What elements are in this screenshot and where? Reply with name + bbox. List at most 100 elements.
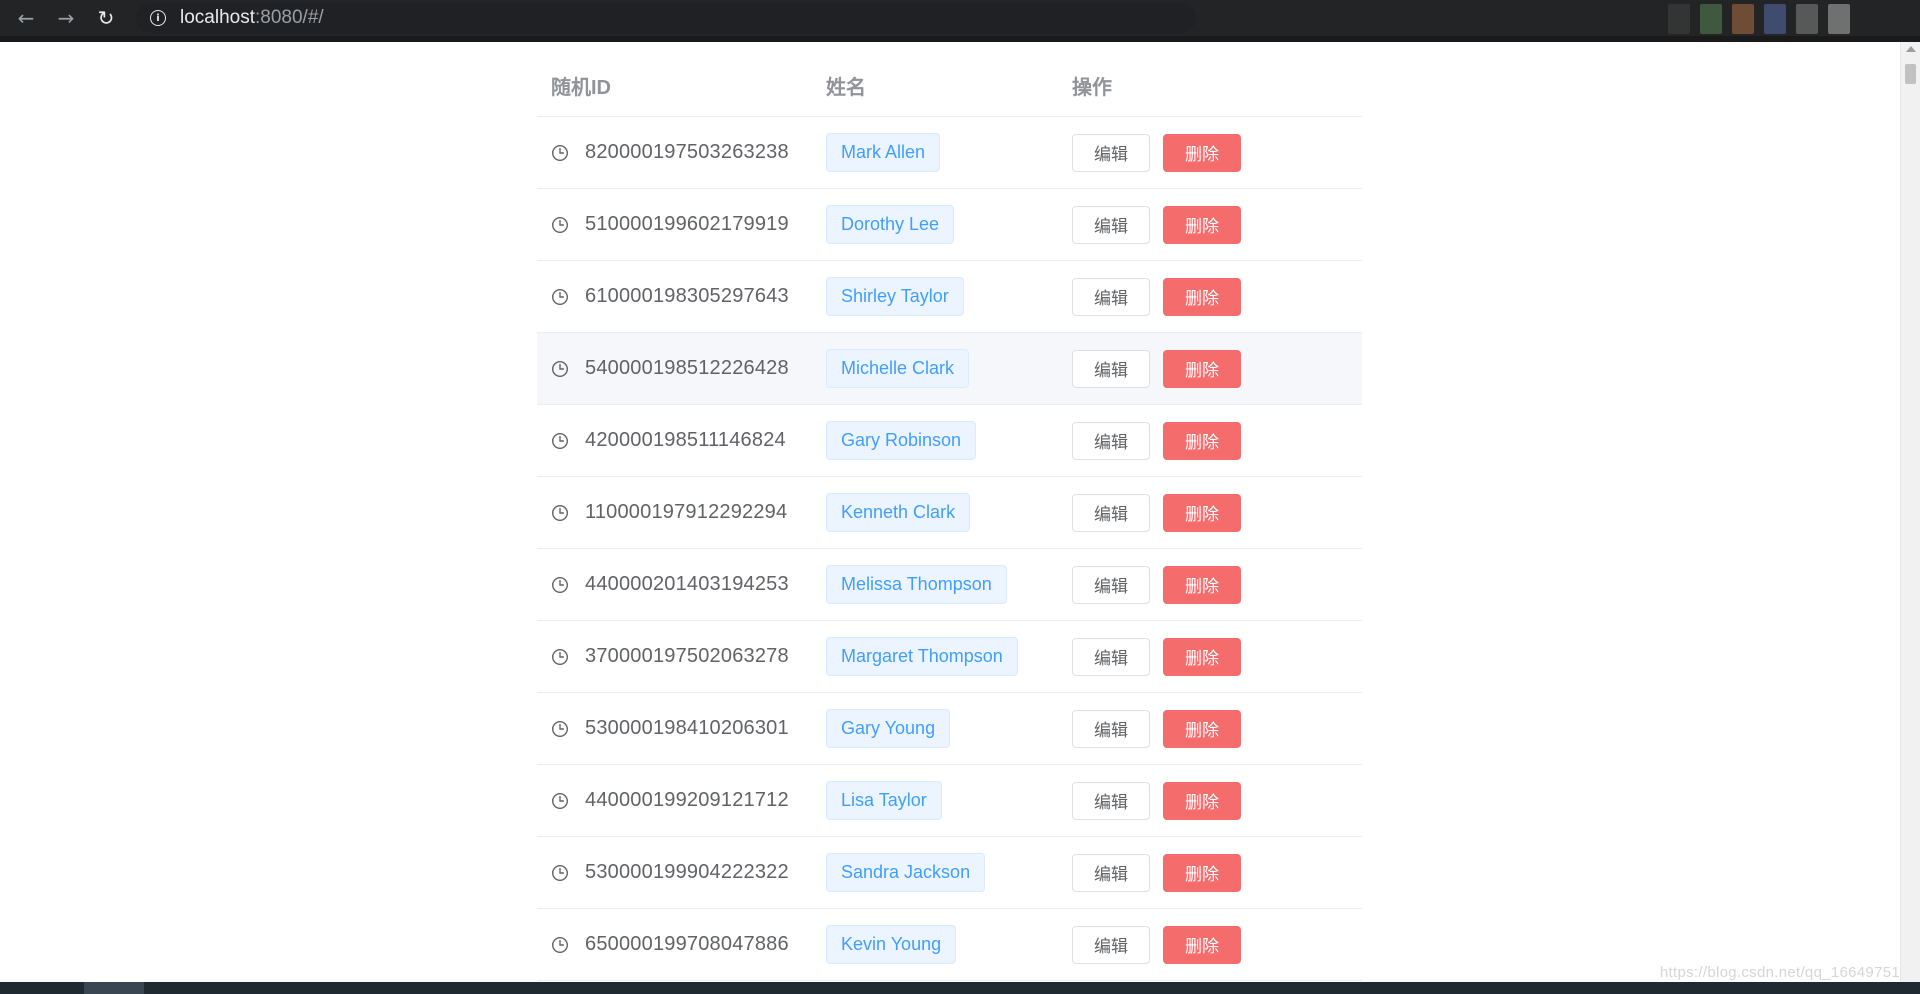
delete-button[interactable]: 删除 <box>1163 421 1241 460</box>
delete-button[interactable]: 删除 <box>1163 709 1241 748</box>
name-tag: Dorothy Lee <box>826 205 955 244</box>
edit-button[interactable]: 编辑 <box>1072 565 1150 604</box>
edit-button[interactable]: 编辑 <box>1072 925 1150 964</box>
delete-button[interactable]: 删除 <box>1163 277 1241 316</box>
delete-button[interactable]: 删除 <box>1163 349 1241 388</box>
extension-icon[interactable] <box>1732 4 1754 34</box>
browser-toolbar: ← → ↻ i localhost:8080/#/ <box>0 0 1920 36</box>
id-text: 440000201403194253 <box>585 573 789 595</box>
extension-icon[interactable] <box>1764 4 1786 34</box>
id-text: 610000198305297643 <box>585 285 789 307</box>
cell-name: Margaret Thompson <box>812 637 1058 676</box>
cell-ops: 编辑 删除 <box>1058 205 1362 244</box>
clock-icon <box>551 360 569 377</box>
table-row: 650000199708047886 Kevin Young 编辑 删除 <box>537 909 1362 981</box>
edit-button[interactable]: 编辑 <box>1072 277 1150 316</box>
table-row: 540000198512226428 Michelle Clark 编辑 删除 <box>537 333 1362 405</box>
extension-icon[interactable] <box>1828 4 1850 34</box>
cell-name: Shirley Taylor <box>812 277 1058 316</box>
cell-id: 420000198511146824 <box>537 429 812 452</box>
delete-button[interactable]: 删除 <box>1163 565 1241 604</box>
name-tag: Kevin Young <box>826 925 957 964</box>
name-tag: Lisa Taylor <box>826 781 942 820</box>
forward-arrow-icon[interactable]: → <box>52 4 80 32</box>
page-scrollbar[interactable] <box>1900 42 1920 982</box>
cell-ops: 编辑 删除 <box>1058 277 1362 316</box>
id-text: 530000198410206301 <box>585 717 789 739</box>
cell-id: 530000198410206301 <box>537 717 812 740</box>
cell-name: Kevin Young <box>812 925 1058 964</box>
cell-id: 650000199708047886 <box>537 933 812 956</box>
name-tag: Michelle Clark <box>826 349 970 388</box>
cell-id: 610000198305297643 <box>537 285 812 308</box>
id-text: 540000198512226428 <box>585 357 789 379</box>
cell-name: Mark Allen <box>812 133 1058 172</box>
id-text: 530000199904222322 <box>585 861 789 883</box>
cell-id: 510000199602179919 <box>537 213 812 236</box>
edit-button[interactable]: 编辑 <box>1072 709 1150 748</box>
clock-icon <box>551 216 569 233</box>
cell-name: Lisa Taylor <box>812 781 1058 820</box>
back-arrow-icon[interactable]: ← <box>12 4 40 32</box>
table-row: 510000199602179919 Dorothy Lee 编辑 删除 <box>537 189 1362 261</box>
extension-icons <box>1668 4 1850 34</box>
edit-button[interactable]: 编辑 <box>1072 853 1150 892</box>
cell-name: Michelle Clark <box>812 349 1058 388</box>
id-text: 440000199209121712 <box>585 789 789 811</box>
id-text: 510000199602179919 <box>585 213 789 235</box>
name-tag: Sandra Jackson <box>826 853 986 892</box>
id-text: 820000197503263238 <box>585 141 789 163</box>
name-tag: Melissa Thompson <box>826 565 1007 604</box>
table-row: 530000199904222322 Sandra Jackson 编辑 删除 <box>537 837 1362 909</box>
cell-ops: 编辑 删除 <box>1058 853 1362 892</box>
extension-icon[interactable] <box>1668 4 1690 34</box>
table-row: 440000201403194253 Melissa Thompson 编辑 删… <box>537 549 1362 621</box>
extension-icon[interactable] <box>1796 4 1818 34</box>
reload-icon[interactable]: ↻ <box>92 4 120 32</box>
cell-id: 110000197912292294 <box>537 501 812 524</box>
cell-name: Sandra Jackson <box>812 853 1058 892</box>
name-tag: Gary Young <box>826 709 951 748</box>
cell-name: Gary Young <box>812 709 1058 748</box>
clock-icon <box>551 936 569 953</box>
clock-icon <box>551 792 569 809</box>
edit-button[interactable]: 编辑 <box>1072 781 1150 820</box>
delete-button[interactable]: 删除 <box>1163 205 1241 244</box>
edit-button[interactable]: 编辑 <box>1072 205 1150 244</box>
name-tag: Shirley Taylor <box>826 277 964 316</box>
cell-id: 440000201403194253 <box>537 573 812 596</box>
cell-ops: 编辑 删除 <box>1058 709 1362 748</box>
watermark: https://blog.csdn.net/qq_16649751 <box>1659 964 1900 981</box>
header-name: 姓名 <box>826 76 866 99</box>
table-body: 820000197503263238 Mark Allen 编辑 删除 5100… <box>537 117 1362 981</box>
delete-button[interactable]: 删除 <box>1163 637 1241 676</box>
edit-button[interactable]: 编辑 <box>1072 133 1150 172</box>
name-tag: Kenneth Clark <box>826 493 971 532</box>
cell-ops: 编辑 删除 <box>1058 565 1362 604</box>
delete-button[interactable]: 删除 <box>1163 925 1241 964</box>
edit-button[interactable]: 编辑 <box>1072 421 1150 460</box>
clock-icon <box>551 144 569 161</box>
table-header: 随机ID 姓名 操作 <box>537 54 1362 117</box>
table-row: 530000198410206301 Gary Young 编辑 删除 <box>537 693 1362 765</box>
address-bar[interactable]: i localhost:8080/#/ <box>136 3 1196 33</box>
cell-id: 820000197503263238 <box>537 141 812 164</box>
delete-button[interactable]: 删除 <box>1163 781 1241 820</box>
delete-button[interactable]: 删除 <box>1163 493 1241 532</box>
site-info-icon[interactable]: i <box>150 10 166 26</box>
clock-icon <box>551 720 569 737</box>
edit-button[interactable]: 编辑 <box>1072 493 1150 532</box>
scroll-up-icon[interactable] <box>1906 46 1916 52</box>
clock-icon <box>551 576 569 593</box>
edit-button[interactable]: 编辑 <box>1072 637 1150 676</box>
delete-button[interactable]: 删除 <box>1163 133 1241 172</box>
clock-icon <box>551 864 569 881</box>
extension-icon[interactable] <box>1700 4 1722 34</box>
table-row: 440000199209121712 Lisa Taylor 编辑 删除 <box>537 765 1362 837</box>
data-table: 随机ID 姓名 操作 820000197503263238 Mark Allen… <box>537 54 1362 981</box>
scrollbar-thumb[interactable] <box>1905 64 1916 84</box>
edit-button[interactable]: 编辑 <box>1072 349 1150 388</box>
taskbar-button[interactable] <box>84 982 144 994</box>
delete-button[interactable]: 删除 <box>1163 853 1241 892</box>
cell-ops: 编辑 删除 <box>1058 349 1362 388</box>
